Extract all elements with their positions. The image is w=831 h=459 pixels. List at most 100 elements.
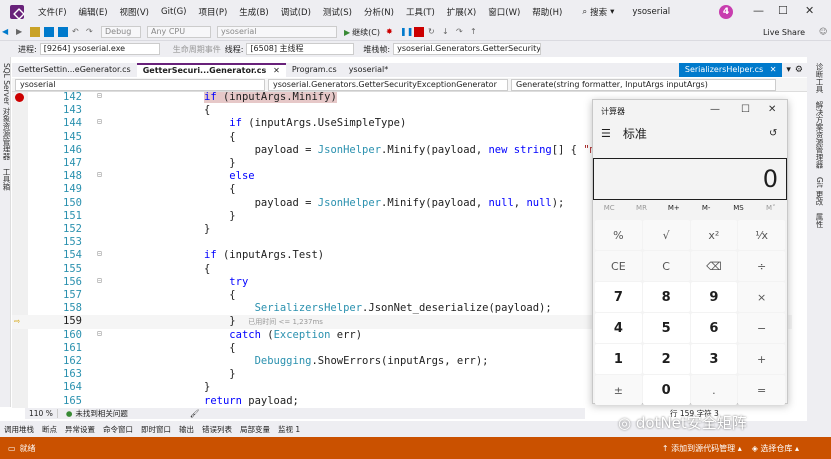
bottom-tab[interactable]: 调用堆栈 (0, 424, 38, 435)
digit-key[interactable]: 1 (595, 344, 642, 374)
code-text[interactable]: catch (Exception err) (204, 329, 362, 341)
tab-gettersetting[interactable]: GetterSettin...eGenerator.cs (12, 63, 137, 77)
menu-item[interactable]: 帮助(H) (526, 6, 568, 18)
menu-item[interactable]: 分析(N) (358, 6, 400, 18)
issues-status[interactable]: 未找到相关问题 (75, 408, 128, 419)
menu-item[interactable]: 窗口(W) (482, 6, 526, 18)
tab-ysoserial[interactable]: ysoserial* (343, 63, 395, 77)
operator-key[interactable]: C (642, 251, 690, 281)
solution-explorer-tab[interactable]: 解决方案资源管理器 (814, 101, 825, 169)
code-text[interactable]: } (204, 210, 235, 222)
bottom-tab[interactable]: 即时窗口 (137, 424, 175, 435)
restart-icon[interactable]: ↻ (428, 27, 438, 37)
digit-key[interactable]: 4 (595, 313, 642, 343)
lifecycle-events[interactable]: 生命周期事件 (173, 44, 221, 55)
fold-toggle-icon[interactable]: ⊟ (97, 329, 102, 338)
code-text[interactable]: { (204, 289, 235, 301)
digit-key[interactable]: 9 (690, 282, 738, 312)
back-icon[interactable]: ◀ (2, 27, 12, 37)
feedback-icon[interactable]: ☺ (819, 27, 829, 37)
code-text[interactable]: } 已用时间 <= 1,237ms (204, 315, 323, 327)
history-icon[interactable]: ↺ (769, 128, 777, 139)
project-dropdown[interactable]: ysoserial (217, 26, 337, 38)
minimize-icon[interactable]: — (753, 4, 764, 17)
search-box[interactable]: ⌕ 搜索 ▾ (576, 6, 620, 18)
operator-key[interactable]: CE (595, 251, 642, 281)
close-icon[interactable]: ✕ (805, 4, 814, 17)
step-into-icon[interactable]: ↓ (442, 27, 452, 37)
code-text[interactable]: Debugging.ShowErrors(inputArgs, err); (204, 355, 489, 367)
notification-badge[interactable]: 4 (719, 5, 733, 19)
memory-button[interactable]: M˅ (755, 204, 787, 218)
close-icon[interactable]: ✕ (768, 104, 776, 115)
code-text[interactable]: { (204, 131, 235, 143)
menu-item[interactable]: Git(G) (155, 7, 193, 17)
code-text[interactable]: SerializersHelper.JsonNet_deserialize(pa… (204, 302, 552, 314)
select-repo-button[interactable]: ◈ 选择仓库 ▴ (752, 443, 799, 454)
toolbox-tab[interactable]: 工具箱 (1, 168, 12, 191)
forward-icon[interactable]: ▶ (16, 27, 26, 37)
close-tab-icon[interactable]: ✕ (273, 66, 280, 75)
menu-item[interactable]: 生成(B) (233, 6, 274, 18)
maximize-icon[interactable]: ☐ (778, 4, 788, 17)
operator-key[interactable]: − (738, 313, 785, 343)
operator-key[interactable]: = (738, 375, 785, 405)
fold-toggle-icon[interactable]: ⊟ (97, 249, 102, 258)
menu-item[interactable]: 测试(S) (317, 6, 358, 18)
maximize-icon[interactable]: ☐ (741, 104, 750, 115)
fold-toggle-icon[interactable]: ⊟ (97, 170, 102, 179)
code-text[interactable]: try (204, 276, 248, 288)
step-over-icon[interactable]: ↷ (456, 27, 466, 37)
config-dropdown[interactable]: Debug (101, 26, 141, 38)
code-text[interactable]: if (inputArgs.Test) (204, 249, 324, 261)
menu-item[interactable]: 编辑(E) (73, 6, 114, 18)
code-text[interactable]: return payload; (204, 395, 299, 407)
class-nav-dropdown[interactable]: ysoserial.Generators.GetterSecurityExcep… (268, 78, 508, 91)
digit-key[interactable]: 5 (642, 313, 690, 343)
code-text[interactable]: payload = JsonHelper.Minify(payload, nul… (204, 197, 565, 209)
code-text[interactable]: { (204, 263, 210, 275)
code-text[interactable]: if (inputArgs.UseSimpleType) (204, 117, 406, 129)
operator-key[interactable]: ⌫ (690, 251, 738, 281)
settings-icon[interactable]: ⚙ (795, 65, 803, 75)
digit-key[interactable]: 3 (690, 344, 738, 374)
memory-button[interactable]: MS (722, 204, 754, 218)
menu-item[interactable]: 项目(P) (193, 6, 234, 18)
memory-button[interactable]: M- (690, 204, 722, 218)
code-text[interactable]: } (204, 368, 235, 380)
continue-button[interactable]: ▶ 继续(C) (344, 27, 380, 38)
operator-key[interactable]: + (738, 344, 785, 374)
git-changes-tab[interactable]: Git 更改 (814, 177, 825, 205)
bottom-tab[interactable]: 错误列表 (198, 424, 236, 435)
tab-serializershelper[interactable]: SerializersHelper.cs ✕ (678, 63, 783, 77)
bottom-tab[interactable]: 输出 (175, 424, 198, 435)
fold-toggle-icon[interactable]: ⊟ (97, 92, 102, 100)
digit-key[interactable]: 2 (642, 344, 690, 374)
tab-list-icon[interactable]: ▾ (786, 65, 791, 75)
save-icon[interactable] (44, 27, 54, 37)
operator-key[interactable]: √ (642, 220, 690, 250)
code-text[interactable]: payload = JsonHelper.Minify(payload, new… (204, 144, 603, 156)
bottom-tab[interactable]: 断点 (38, 424, 61, 435)
fold-toggle-icon[interactable]: ⊟ (97, 117, 102, 126)
tab-program[interactable]: Program.cs (286, 63, 343, 77)
code-text[interactable]: else (204, 170, 254, 182)
process-dropdown[interactable]: [9264] ysoserial.exe (39, 43, 160, 55)
redo-icon[interactable]: ↷ (86, 27, 96, 37)
stack-frame-dropdown[interactable]: ysoserial.Generators.GetterSecurityExc (393, 43, 542, 55)
properties-tab[interactable]: 属性 (814, 213, 825, 228)
save-all-icon[interactable] (58, 27, 68, 37)
sql-server-explorer-tab[interactable]: SQL Server 对象资源管理器 (1, 63, 12, 160)
thread-dropdown[interactable]: [6508] 主线程 (246, 43, 355, 55)
close-tab-icon[interactable]: ✕ (770, 65, 777, 74)
live-share-button[interactable]: Live Share (763, 28, 805, 37)
menu-item[interactable]: 文件(F) (32, 6, 73, 18)
operator-key[interactable]: ¹⁄x (738, 220, 785, 250)
undo-icon[interactable]: ↶ (72, 27, 82, 37)
operator-key[interactable]: x² (690, 220, 738, 250)
tab-gettersecurity[interactable]: GetterSecuri...Generator.cs ✕ (136, 63, 286, 77)
step-out-icon[interactable]: ↑ (470, 27, 480, 37)
stop-icon[interactable] (413, 27, 424, 37)
hamburger-menu-icon[interactable]: ☰ (601, 127, 611, 140)
platform-dropdown[interactable]: Any CPU (147, 26, 211, 38)
